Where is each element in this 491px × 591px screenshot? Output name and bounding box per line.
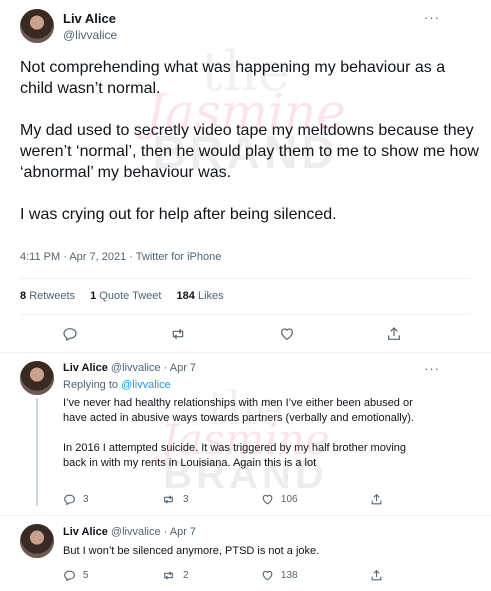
like-button[interactable]: 138 <box>261 569 298 582</box>
reply-actions: 3 3 106 <box>63 493 383 506</box>
replying-to: Replying to @livvalice <box>63 379 171 391</box>
replying-prefix: Replying to <box>63 379 119 391</box>
reply-paragraph: But I won’t be silenced anymore, PTSD is… <box>63 545 320 557</box>
reply-tweet[interactable]: Liv Alice @livvalice · Apr 7 But I won’t… <box>0 515 491 591</box>
retweets-label: Retweets <box>29 290 76 302</box>
avatar[interactable] <box>20 361 54 395</box>
reply-actions: 5 2 138 <box>63 569 383 582</box>
likes-count: 184 <box>176 290 195 302</box>
main-tweet: Liv Alice @livvalice ··· Not comprehendi… <box>0 0 491 352</box>
tweet-paragraph: I was crying out for help after being si… <box>20 206 337 223</box>
retweet-button[interactable] <box>169 326 187 342</box>
share-button[interactable] <box>370 493 383 506</box>
reply-button[interactable]: 5 <box>63 569 89 582</box>
share-icon <box>371 569 382 581</box>
author-name[interactable]: Liv Alice <box>63 362 108 374</box>
like-count: 106 <box>280 494 298 505</box>
quotes-stat[interactable]: 1 Quote Tweet <box>90 290 161 302</box>
handle-date[interactable]: @livvalice · Apr 7 <box>111 362 196 374</box>
share-icon <box>371 493 382 505</box>
reply-icon <box>64 494 75 506</box>
tweet-paragraph: Not comprehending what was happening my … <box>20 59 446 97</box>
quotes-label: Quote Tweet <box>99 290 162 302</box>
retweet-count: 2 <box>182 570 189 581</box>
author-name[interactable]: Liv Alice <box>63 11 116 26</box>
replying-to-link[interactable]: @livvalice <box>121 379 171 391</box>
tweet-timestamp[interactable]: 4:11 PM · Apr 7, 2021 · Twitter for iPho… <box>20 251 221 263</box>
more-icon[interactable]: ··· <box>424 10 440 25</box>
like-count: 138 <box>280 570 298 581</box>
reply-paragraph: I’ve never had healthy relationships wit… <box>63 397 414 424</box>
like-button[interactable] <box>279 326 295 342</box>
share-button[interactable] <box>370 569 383 582</box>
quotes-count: 1 <box>90 290 97 302</box>
reply-paragraph: In 2016 I attempted suicide. It was trig… <box>63 442 407 469</box>
retweet-count: 3 <box>182 494 189 505</box>
reply-header: Liv Alice @livvalice · Apr 7 <box>63 362 196 374</box>
retweets-stat[interactable]: 8 Retweets <box>20 290 75 302</box>
reply-tweet[interactable]: Liv Alice @livvalice · Apr 7 ··· Replyin… <box>0 352 491 512</box>
likes-label: Likes <box>197 290 224 302</box>
tweet-stats: 8 Retweets 1 Quote Tweet 184 Likes <box>20 290 236 302</box>
avatar[interactable] <box>20 9 54 43</box>
reply-text: I’ve never had healthy relationships wit… <box>63 396 423 471</box>
retweets-count: 8 <box>20 290 27 302</box>
reply-text: But I won’t be silenced anymore, PTSD is… <box>63 544 423 559</box>
reply-button[interactable]: 3 <box>63 493 89 506</box>
like-icon <box>262 570 273 581</box>
reply-header: Liv Alice @livvalice · Apr 7 <box>63 526 196 538</box>
share-icon <box>388 327 400 340</box>
tweet-paragraph: My dad used to secretly video tape my me… <box>20 122 479 181</box>
tweet-actions <box>62 326 402 342</box>
retweet-button[interactable]: 3 <box>161 493 189 506</box>
author-name[interactable]: Liv Alice <box>63 526 108 538</box>
reply-icon <box>63 328 77 341</box>
tweet-text: Not comprehending what was happening my … <box>20 57 480 246</box>
retweet-icon <box>173 328 184 340</box>
share-button[interactable] <box>386 326 402 342</box>
handle-date[interactable]: @livvalice · Apr 7 <box>111 526 196 538</box>
retweet-icon <box>164 495 173 504</box>
likes-stat[interactable]: 184 Likes <box>177 290 224 302</box>
reply-count: 3 <box>83 494 89 505</box>
author-handle[interactable]: @livvalice <box>63 28 117 42</box>
reply-icon <box>64 570 75 582</box>
reply-button[interactable] <box>62 326 78 342</box>
retweet-button[interactable]: 2 <box>161 569 189 582</box>
thread-line <box>36 398 38 506</box>
more-icon[interactable]: ··· <box>424 361 440 376</box>
avatar[interactable] <box>20 524 54 558</box>
like-button[interactable]: 106 <box>261 493 298 506</box>
divider <box>20 314 471 315</box>
like-icon <box>262 494 273 505</box>
retweet-icon <box>164 571 173 580</box>
divider <box>20 278 471 279</box>
like-icon <box>280 328 293 341</box>
reply-count: 5 <box>83 570 89 581</box>
